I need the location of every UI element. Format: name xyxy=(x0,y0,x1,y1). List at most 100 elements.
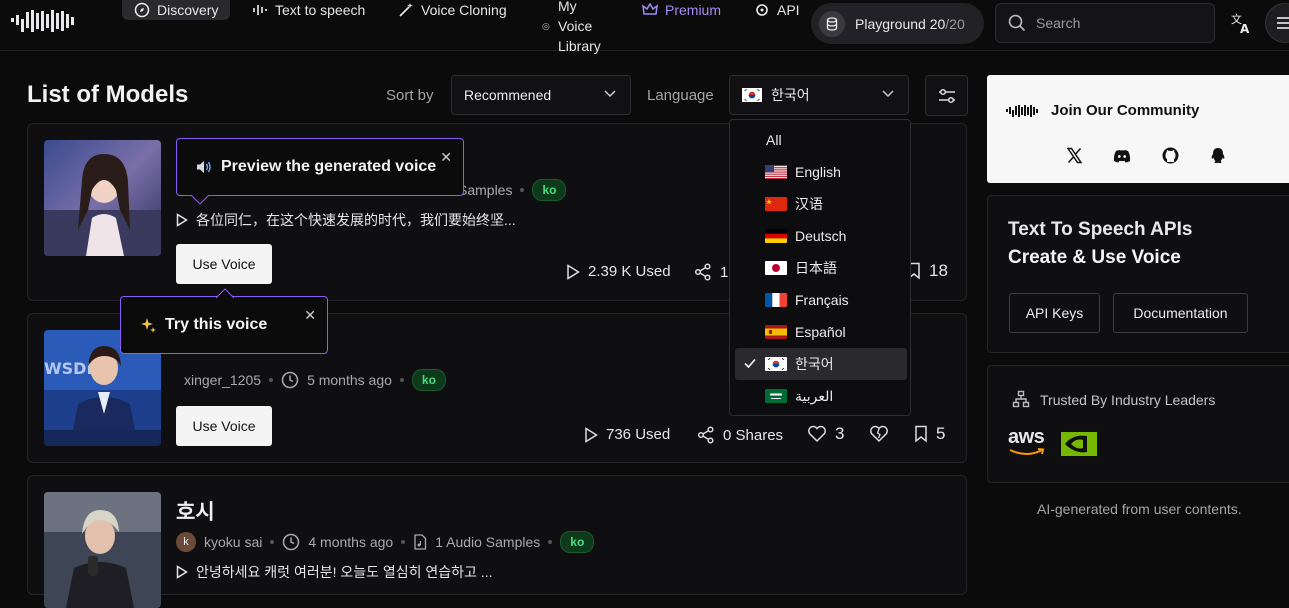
author-name[interactable]: xinger_1205 xyxy=(184,372,261,388)
language-option-french[interactable]: Français xyxy=(735,284,907,316)
x-twitter-icon[interactable] xyxy=(1066,147,1083,164)
card-meta: Samples ko xyxy=(458,179,567,201)
language-name: 한국어 xyxy=(795,356,834,372)
card-meta: k kyoku sai 4 months ago 1 Audio Samples… xyxy=(176,531,595,553)
tooltip-text: Preview the generated voice xyxy=(221,158,437,175)
heart-icon xyxy=(808,425,826,443)
language-badge: ko xyxy=(560,531,595,553)
sort-select[interactable]: Recommened xyxy=(451,75,631,115)
share-button[interactable]: 1 xyxy=(694,263,728,281)
dislike-button[interactable] xyxy=(869,425,889,443)
api-panel: Text To Speech APIs Create & Use Voice A… xyxy=(987,195,1289,353)
separator-dot xyxy=(399,378,404,382)
svg-text:A: A xyxy=(1240,22,1250,34)
language-option-all[interactable]: All xyxy=(735,124,907,156)
top-nav: Discovery Text to speech Voice Cloning ◎… xyxy=(0,0,1289,54)
qq-icon[interactable] xyxy=(1210,147,1226,164)
hamburger-icon xyxy=(1277,17,1289,29)
filter-button[interactable] xyxy=(925,75,968,116)
language-option-arabic[interactable]: العربية xyxy=(735,380,907,412)
flag-cn-icon xyxy=(765,197,787,211)
bookmark-button[interactable]: 18 xyxy=(907,261,948,281)
language-option-japanese[interactable]: 日本語 xyxy=(735,252,907,284)
language-option-chinese[interactable]: 汉语 xyxy=(735,188,907,220)
separator-dot xyxy=(269,378,274,382)
model-card[interactable]: 호시 k kyoku sai 4 months ago 1 Audio Samp… xyxy=(27,475,967,608)
flag-sa-icon xyxy=(765,389,787,403)
avatar[interactable]: k xyxy=(176,532,196,552)
play-icon[interactable] xyxy=(176,213,188,227)
model-title[interactable]: 호시 xyxy=(176,496,215,526)
nav-my-voice-library[interactable]: ◎ My Voice Library xyxy=(542,0,601,56)
model-thumbnail[interactable] xyxy=(44,492,161,608)
clock-icon xyxy=(283,533,300,551)
voice-preview[interactable]: 各位同仁，在这个快速发展的时代，我们要始终坚... xyxy=(176,210,516,230)
nav-label: Voice Cloning xyxy=(421,2,507,18)
use-voice-button[interactable]: Use Voice xyxy=(176,244,272,284)
language-name: All xyxy=(766,132,782,148)
language-name: 汉语 xyxy=(795,196,823,212)
time-ago: 4 months ago xyxy=(308,534,394,550)
used-count: 736 Used xyxy=(584,426,670,443)
sort-value: Recommened xyxy=(464,87,552,103)
bookmark-button[interactable]: 5 xyxy=(914,424,945,444)
share-icon xyxy=(697,426,714,444)
search-input[interactable] xyxy=(1036,15,1186,31)
nav-discovery[interactable]: Discovery xyxy=(122,0,231,20)
playground-button[interactable]: Playground 20/20 xyxy=(811,3,984,44)
preview-tooltip: Preview the generated voice ✕ xyxy=(176,138,464,205)
language-value: 한국어 xyxy=(771,87,810,103)
language-option-english[interactable]: English xyxy=(735,156,907,188)
voice-preview[interactable]: 안녕하세요 캐럿 여러분! 오늘도 열심히 연습하고 ... xyxy=(176,562,493,582)
documentation-button[interactable]: Documentation xyxy=(1113,293,1248,333)
samples-count: Samples xyxy=(458,182,513,198)
like-button[interactable]: 3 xyxy=(807,424,844,444)
database-icon xyxy=(819,10,845,37)
language-name: 日本語 xyxy=(795,260,837,276)
compass-icon xyxy=(134,2,150,18)
language-option-german[interactable]: Deutsch xyxy=(735,220,907,252)
samples-count: 1 Audio Samples xyxy=(435,534,541,550)
page-title: List of Models xyxy=(27,81,189,108)
translate-icon[interactable]: 文 A xyxy=(1230,12,1252,34)
author-name[interactable]: kyoku sai xyxy=(204,534,262,550)
close-icon[interactable]: ✕ xyxy=(304,307,316,324)
discord-icon[interactable] xyxy=(1113,149,1131,163)
chevron-down-icon xyxy=(604,90,616,98)
voice-description: 안녕하세요 캐럿 여러분! 오늘도 열심히 연습하고 ... xyxy=(196,564,493,580)
github-icon[interactable] xyxy=(1162,147,1179,164)
clock-icon xyxy=(281,371,299,389)
used-label: 2.39 K Used xyxy=(588,263,671,280)
bookmark-count: 5 xyxy=(936,424,946,443)
nav-text-to-speech[interactable]: Text to speech xyxy=(252,0,365,20)
api-title: Text To Speech APIs xyxy=(1008,219,1193,240)
language-label: Language xyxy=(647,87,714,104)
menu-button[interactable] xyxy=(1265,3,1289,43)
language-select[interactable]: 한국어 xyxy=(729,75,909,115)
play-icon[interactable] xyxy=(176,565,188,579)
brand-logo xyxy=(1006,105,1038,117)
try-voice-tooltip: Try this voice ✕ xyxy=(120,288,328,354)
separator-dot xyxy=(401,540,406,544)
check-icon xyxy=(744,358,756,369)
play-icon xyxy=(567,263,580,280)
nav-voice-cloning[interactable]: Voice Cloning xyxy=(398,0,507,20)
separator-dot xyxy=(270,540,275,544)
language-option-spanish[interactable]: Español xyxy=(735,316,907,348)
tooltip-text: Try this voice xyxy=(165,316,268,333)
playground-label: Playground 20/20 xyxy=(855,15,965,32)
share-button[interactable]: 0 Shares xyxy=(697,426,783,444)
sliders-icon xyxy=(938,88,955,103)
use-voice-button[interactable]: Use Voice xyxy=(176,406,272,446)
sitemap-icon xyxy=(1012,390,1030,408)
nav-label-line: My xyxy=(558,0,577,14)
brand-logo[interactable] xyxy=(11,10,77,32)
nav-api[interactable]: API xyxy=(754,0,800,20)
language-option-korean[interactable]: 한국어 xyxy=(735,348,907,380)
close-icon[interactable]: ✕ xyxy=(440,149,452,166)
flag-es-icon xyxy=(765,325,787,339)
model-thumbnail[interactable] xyxy=(44,140,161,256)
nav-label-line: Voice xyxy=(558,18,593,34)
api-keys-button[interactable]: API Keys xyxy=(1009,293,1100,333)
nav-premium[interactable]: Premium xyxy=(642,0,721,20)
